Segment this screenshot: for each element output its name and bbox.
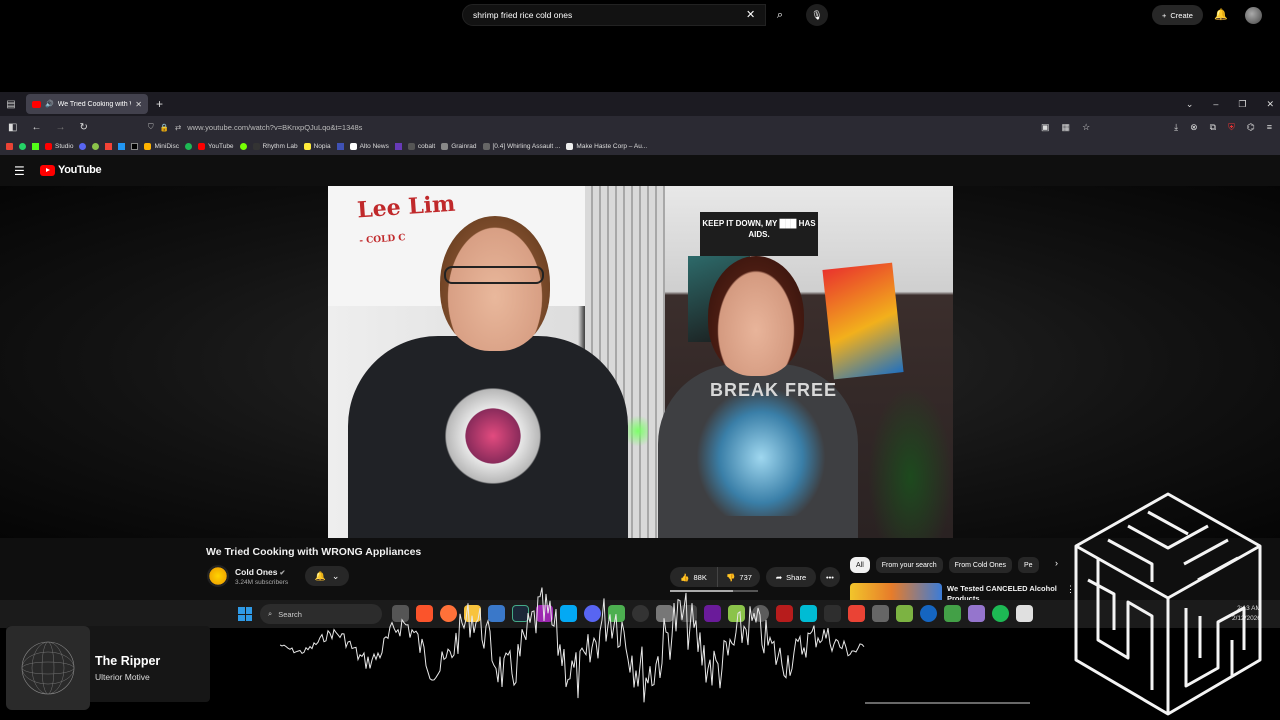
minimize-button[interactable]: – [1213, 99, 1218, 109]
play-icon[interactable] [239, 143, 247, 150]
phone-icon[interactable] [19, 143, 26, 150]
youtube-logo[interactable]: YouTube [40, 164, 102, 176]
bookmark-minidisc[interactable]: MiniDisc [144, 143, 179, 150]
n-icon[interactable] [394, 143, 402, 150]
window-controls: ⌄ – ❐ ✕ [1186, 92, 1274, 116]
reader-icon[interactable]: ▦ [1062, 122, 1071, 133]
voice-search-button[interactable]: 🎙 [806, 4, 828, 26]
now-playing-artwork [6, 626, 90, 710]
shirt-print-text: BREAK FREE [710, 380, 838, 400]
video-person-right: BREAK FREE [658, 256, 868, 538]
plus-icon: + [1162, 10, 1167, 20]
notifications-bell-icon[interactable]: 🔔 [1214, 8, 1228, 21]
now-playing-title: The Ripper [95, 654, 161, 668]
bookmark-grainrad[interactable]: Grainrad [441, 143, 477, 150]
chip-from-channel[interactable]: From Cold Ones [948, 557, 1012, 573]
maze-cube-logo [1074, 492, 1262, 716]
channel-name[interactable]: Cold Ones ✔ [235, 567, 285, 577]
ublock-icon[interactable]: ⛨ [1228, 122, 1235, 133]
video-green-light [628, 411, 648, 451]
tab-title: We Tried Cooking with WRO [57, 100, 132, 108]
video-person-left [348, 216, 628, 538]
tab-close-icon[interactable]: ✕ [135, 100, 142, 109]
close-window-button[interactable]: ✕ [1266, 99, 1274, 110]
restore-button[interactable]: ❐ [1238, 99, 1246, 110]
vpn-icon[interactable]: ⌬ [1247, 122, 1255, 133]
youtube-header: ☰ YouTube [0, 155, 1280, 186]
reload-button[interactable]: ↻ [79, 122, 87, 133]
app-icon[interactable] [105, 143, 113, 150]
now-playing-artist: Ulterior Motive [95, 672, 150, 682]
browser-tab[interactable]: 🔊 We Tried Cooking with WRO ✕ [26, 94, 148, 114]
youtube-play-icon [40, 164, 55, 176]
globe-icon[interactable] [92, 143, 100, 150]
create-button[interactable]: + Create [1152, 5, 1203, 25]
bookmark-alto-news[interactable]: Alto News [349, 143, 389, 150]
youtube-favicon-icon [32, 100, 41, 108]
speaker-icon[interactable]: 🔊 [45, 100, 54, 108]
create-label: Create [1170, 10, 1193, 20]
video-player[interactable]: Lee Lim - COLD C KEEP IT DOWN, MY ███ HAS… [328, 186, 953, 538]
url-bar[interactable]: ⛉ 🔒 ⇄ www.youtube.com/watch?v=BKnxpQJuLq… [148, 119, 1088, 135]
x-icon[interactable] [131, 143, 139, 150]
star-icon[interactable]: ☆ [1082, 122, 1090, 133]
bookmark-youtube[interactable]: YouTube [198, 143, 234, 150]
kick-icon[interactable] [32, 143, 39, 150]
bookmark-cobalt[interactable]: cobalt [407, 143, 435, 150]
gmail-icon[interactable] [6, 143, 13, 150]
bookmarks-bar: Studio MiniDisc YouTube Rhythm Lab Nopia… [0, 138, 1280, 155]
bookmark-make-haste[interactable]: Make Haste Corp – Au... [566, 143, 647, 150]
bookmark-rhythm-lab[interactable]: Rhythm Lab [252, 143, 298, 150]
video-wall-sign: KEEP IT DOWN, MY ███ HAS AIDS. [700, 212, 818, 256]
video-plant [868, 386, 953, 538]
extension-icon[interactable]: ⊗ [1190, 122, 1198, 133]
video-title: We Tried Cooking with WRONG Appliances [206, 546, 422, 558]
search-input[interactable]: shrimp fried rice cold ones [462, 4, 766, 26]
new-tab-button[interactable]: + [156, 97, 163, 111]
search-icon: ⌕ [776, 8, 784, 21]
recommendation-chips: All From your search From Cold Ones Pe [850, 557, 1039, 573]
forward-button[interactable]: → [55, 122, 65, 133]
chevron-right-icon[interactable]: › [1055, 558, 1058, 568]
permissions-icon[interactable]: ⇄ [175, 123, 181, 132]
flag-icon[interactable] [118, 143, 126, 150]
bookmark-whirling-assault[interactable]: [0.4] Whirling Assault ... [482, 143, 560, 150]
wireframe-sphere-icon [21, 641, 75, 695]
chip-truncated[interactable]: Pe [1018, 557, 1039, 573]
download-icon[interactable]: ⤓ [1174, 122, 1178, 133]
hamburger-menu-icon[interactable]: ☰ [14, 164, 25, 178]
windows-start-icon[interactable] [238, 607, 252, 621]
lock-icon[interactable]: 🔒 [160, 123, 169, 132]
shield-icon[interactable]: ⛉ [148, 122, 154, 132]
nav-right-icons: ▣ ▦ ☆ ⤓ ⊗ ⧉ ⛨ ⌬ ≡ [1041, 116, 1272, 138]
audio-waveform-visualizer [280, 587, 1030, 704]
translate-icon[interactable]: ▣ [1041, 122, 1050, 133]
chevron-down-icon[interactable]: ⌄ [1186, 99, 1194, 110]
chart-icon[interactable] [336, 143, 344, 150]
youtube-logo-text: YouTube [58, 164, 102, 176]
waveform-line [280, 587, 865, 703]
bookmark-studio[interactable]: Studio [45, 143, 73, 150]
browser-nav-bar: ◧ ← → ↻ ⛉ 🔒 ⇄ www.youtube.com/watch?v=BK… [0, 116, 1280, 138]
discord-icon[interactable] [79, 143, 87, 150]
browser-tab-strip: ▤ 🔊 We Tried Cooking with WRO ✕ + ⌄ – ❐ … [0, 92, 1280, 116]
account-avatar[interactable] [1245, 7, 1262, 24]
spotify-icon[interactable] [185, 143, 192, 150]
url-text[interactable]: www.youtube.com/watch?v=BKnxpQJuLqo&t=13… [187, 123, 362, 132]
search-button[interactable]: ⌕ [766, 4, 794, 26]
channel-avatar[interactable] [207, 565, 229, 587]
chip-from-search[interactable]: From your search [875, 557, 943, 573]
puzzle-icon[interactable]: ⧉ [1210, 122, 1216, 133]
chip-all[interactable]: All [850, 557, 870, 573]
microphone-icon: 🎙 [811, 9, 823, 20]
back-button[interactable]: ← [31, 122, 41, 133]
sidebar-icon[interactable]: ◧ [8, 122, 17, 133]
menu-icon[interactable]: ≡ [1267, 122, 1272, 132]
bookmark-nopia[interactable]: Nopia [303, 143, 331, 150]
clear-search-icon[interactable]: ✕ [746, 8, 755, 21]
tab-list-icon[interactable]: ▤ [0, 92, 22, 116]
search-icon: ⌕ [268, 609, 273, 618]
